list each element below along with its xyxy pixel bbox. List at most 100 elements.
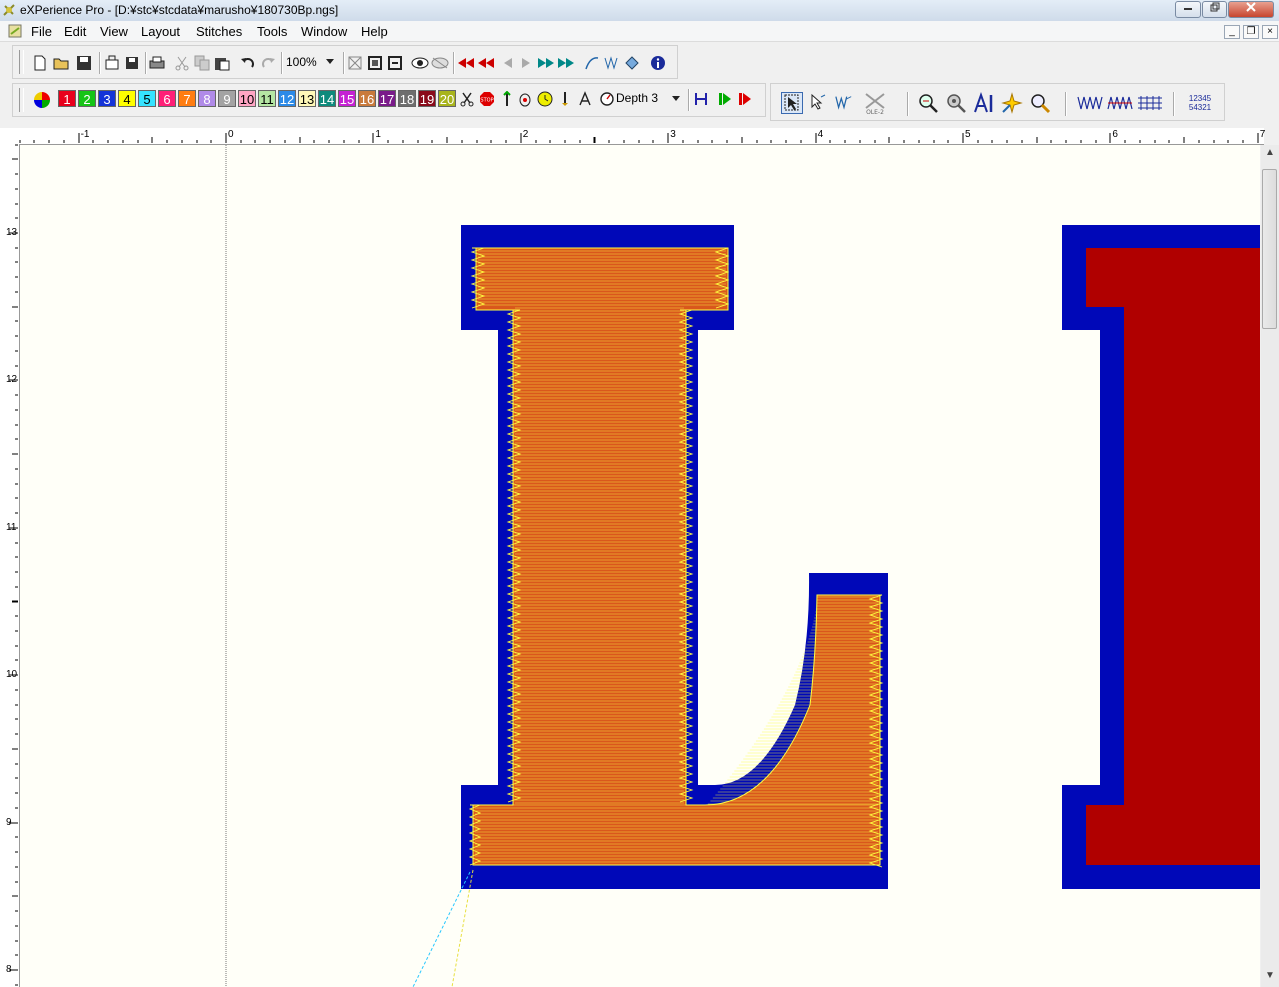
hide-stitches-button[interactable]	[431, 54, 449, 72]
previous-color-button[interactable]	[477, 54, 495, 72]
toolbar-grip[interactable]	[19, 88, 24, 112]
redo-button[interactable]	[259, 54, 277, 72]
thread-swatch-16[interactable]: 16	[358, 90, 376, 107]
menu-view[interactable]: View	[100, 24, 128, 39]
restore-button[interactable]	[1202, 1, 1227, 18]
start-simulation-button[interactable]	[716, 90, 734, 108]
mdi-close-button[interactable]: ×	[1262, 25, 1278, 39]
undo-button[interactable]	[239, 54, 257, 72]
mdi-minimize-button[interactable]: _	[1224, 25, 1240, 39]
next-color-button[interactable]	[537, 54, 555, 72]
thread-swatch-4[interactable]: 4	[118, 90, 136, 107]
print-button[interactable]	[148, 54, 166, 72]
thread-swatch-18[interactable]: 18	[398, 90, 416, 107]
ai-button[interactable]	[973, 92, 995, 114]
zoom-box-button[interactable]	[366, 54, 384, 72]
depth-icon-button[interactable]	[598, 90, 616, 108]
scroll-up-icon[interactable]: ▲	[1263, 147, 1277, 161]
sequence-button[interactable]: 12345 54321	[1185, 92, 1215, 114]
applique-button[interactable]	[516, 90, 534, 108]
stitch-type-2-button[interactable]	[1107, 93, 1133, 113]
thread-swatch-1[interactable]: 1	[58, 90, 76, 107]
thread-swatch-17[interactable]: 17	[378, 90, 396, 107]
auto-digitize-button[interactable]	[945, 92, 967, 114]
thread-swatch-10[interactable]: 10	[238, 90, 256, 107]
menu-edit[interactable]: Edit	[64, 24, 86, 39]
export-button[interactable]	[123, 54, 141, 72]
info-button[interactable]	[649, 54, 667, 72]
cut-button[interactable]	[173, 54, 191, 72]
depth-dropdown-icon[interactable]	[672, 96, 680, 102]
next-stitch-button[interactable]	[517, 54, 535, 72]
scissors-icon	[175, 56, 189, 71]
letter-l-fill[interactable]	[472, 247, 881, 866]
menu-stitches[interactable]: Stitches	[196, 24, 242, 39]
import-button[interactable]	[103, 54, 121, 72]
menu-tools[interactable]: Tools	[257, 24, 287, 39]
vertical-scrollbar[interactable]: ▲ ▼	[1261, 145, 1279, 987]
stitch-curve-button[interactable]	[583, 54, 601, 72]
first-stitch-button[interactable]	[457, 54, 475, 72]
toolbar-grip[interactable]	[19, 50, 24, 74]
needle-up-button[interactable]	[498, 90, 516, 108]
scrollbar-thumb[interactable]	[1262, 169, 1277, 329]
thread-swatch-2[interactable]: 2	[78, 90, 96, 107]
previous-stitch-button[interactable]	[499, 54, 517, 72]
open-file-button[interactable]	[53, 54, 71, 72]
thread-swatch-13[interactable]: 13	[298, 90, 316, 107]
text-tool-button[interactable]	[576, 90, 594, 108]
stitch-edit-button[interactable]	[835, 93, 853, 111]
color-palette-button[interactable]	[33, 91, 51, 109]
scroll-down-icon[interactable]: ▼	[1263, 970, 1277, 984]
new-file-button[interactable]	[31, 54, 49, 72]
thread-swatch-12[interactable]: 12	[278, 90, 296, 107]
thread-swatch-14[interactable]: 14	[318, 90, 336, 107]
menu-help[interactable]: Help	[361, 24, 388, 39]
thread-swatch-20[interactable]: 20	[438, 90, 456, 107]
close-button[interactable]	[1228, 1, 1274, 18]
stitch-wave-button[interactable]	[603, 54, 621, 72]
design-canvas[interactable]	[20, 145, 1260, 987]
stop-simulation-button[interactable]	[736, 90, 754, 108]
zoom-dropdown-icon[interactable]	[326, 59, 334, 65]
last-stitch-button[interactable]	[557, 54, 575, 72]
fit-design-button[interactable]	[346, 54, 364, 72]
thread-swatch-6[interactable]: 6	[158, 90, 176, 107]
depth-select[interactable]: Depth 3	[616, 89, 658, 107]
thread-swatch-8[interactable]: 8	[198, 90, 216, 107]
zoom-tool-button[interactable]	[1029, 92, 1051, 114]
stitch-type-3-button[interactable]	[1137, 93, 1163, 113]
thread-swatch-19[interactable]: 19	[418, 90, 436, 107]
machine-up-button[interactable]	[692, 90, 710, 108]
show-stitches-button[interactable]	[411, 54, 429, 72]
digitize-button[interactable]	[917, 92, 939, 114]
thread-swatch-7[interactable]: 7	[178, 90, 196, 107]
select-tool-button[interactable]	[781, 92, 803, 114]
thread-swatch-9[interactable]: 9	[218, 90, 236, 107]
jump-button[interactable]	[556, 90, 574, 108]
zoom-select[interactable]: 100%	[286, 53, 317, 71]
node-edit-button[interactable]	[809, 93, 827, 111]
stop-button[interactable]: STOP	[478, 90, 496, 108]
thread-swatch-15[interactable]: 15	[338, 90, 356, 107]
paste-button[interactable]	[213, 54, 231, 72]
stop-play-icon	[739, 93, 751, 105]
trim-button[interactable]	[458, 90, 476, 108]
thread-swatch-11[interactable]: 11	[258, 90, 276, 107]
design-drawing[interactable]	[20, 145, 1260, 987]
ole-object-button[interactable]: OLE-2	[863, 91, 887, 115]
magic-wand-button[interactable]	[1001, 92, 1023, 114]
minimize-button[interactable]	[1175, 1, 1201, 18]
menu-window[interactable]: Window	[301, 24, 347, 39]
menu-file[interactable]: File	[31, 24, 52, 39]
copy-button[interactable]	[193, 54, 211, 72]
zoom-page-button[interactable]	[386, 54, 404, 72]
save-file-button[interactable]	[75, 54, 93, 72]
thread-swatch-3[interactable]: 3	[98, 90, 116, 107]
mdi-restore-button[interactable]: ❐	[1243, 25, 1259, 39]
clock-button[interactable]	[536, 90, 554, 108]
fill-tool-button[interactable]	[623, 54, 641, 72]
thread-swatch-5[interactable]: 5	[138, 90, 156, 107]
menu-layout[interactable]: Layout	[141, 24, 180, 39]
stitch-type-1-button[interactable]	[1077, 93, 1103, 113]
